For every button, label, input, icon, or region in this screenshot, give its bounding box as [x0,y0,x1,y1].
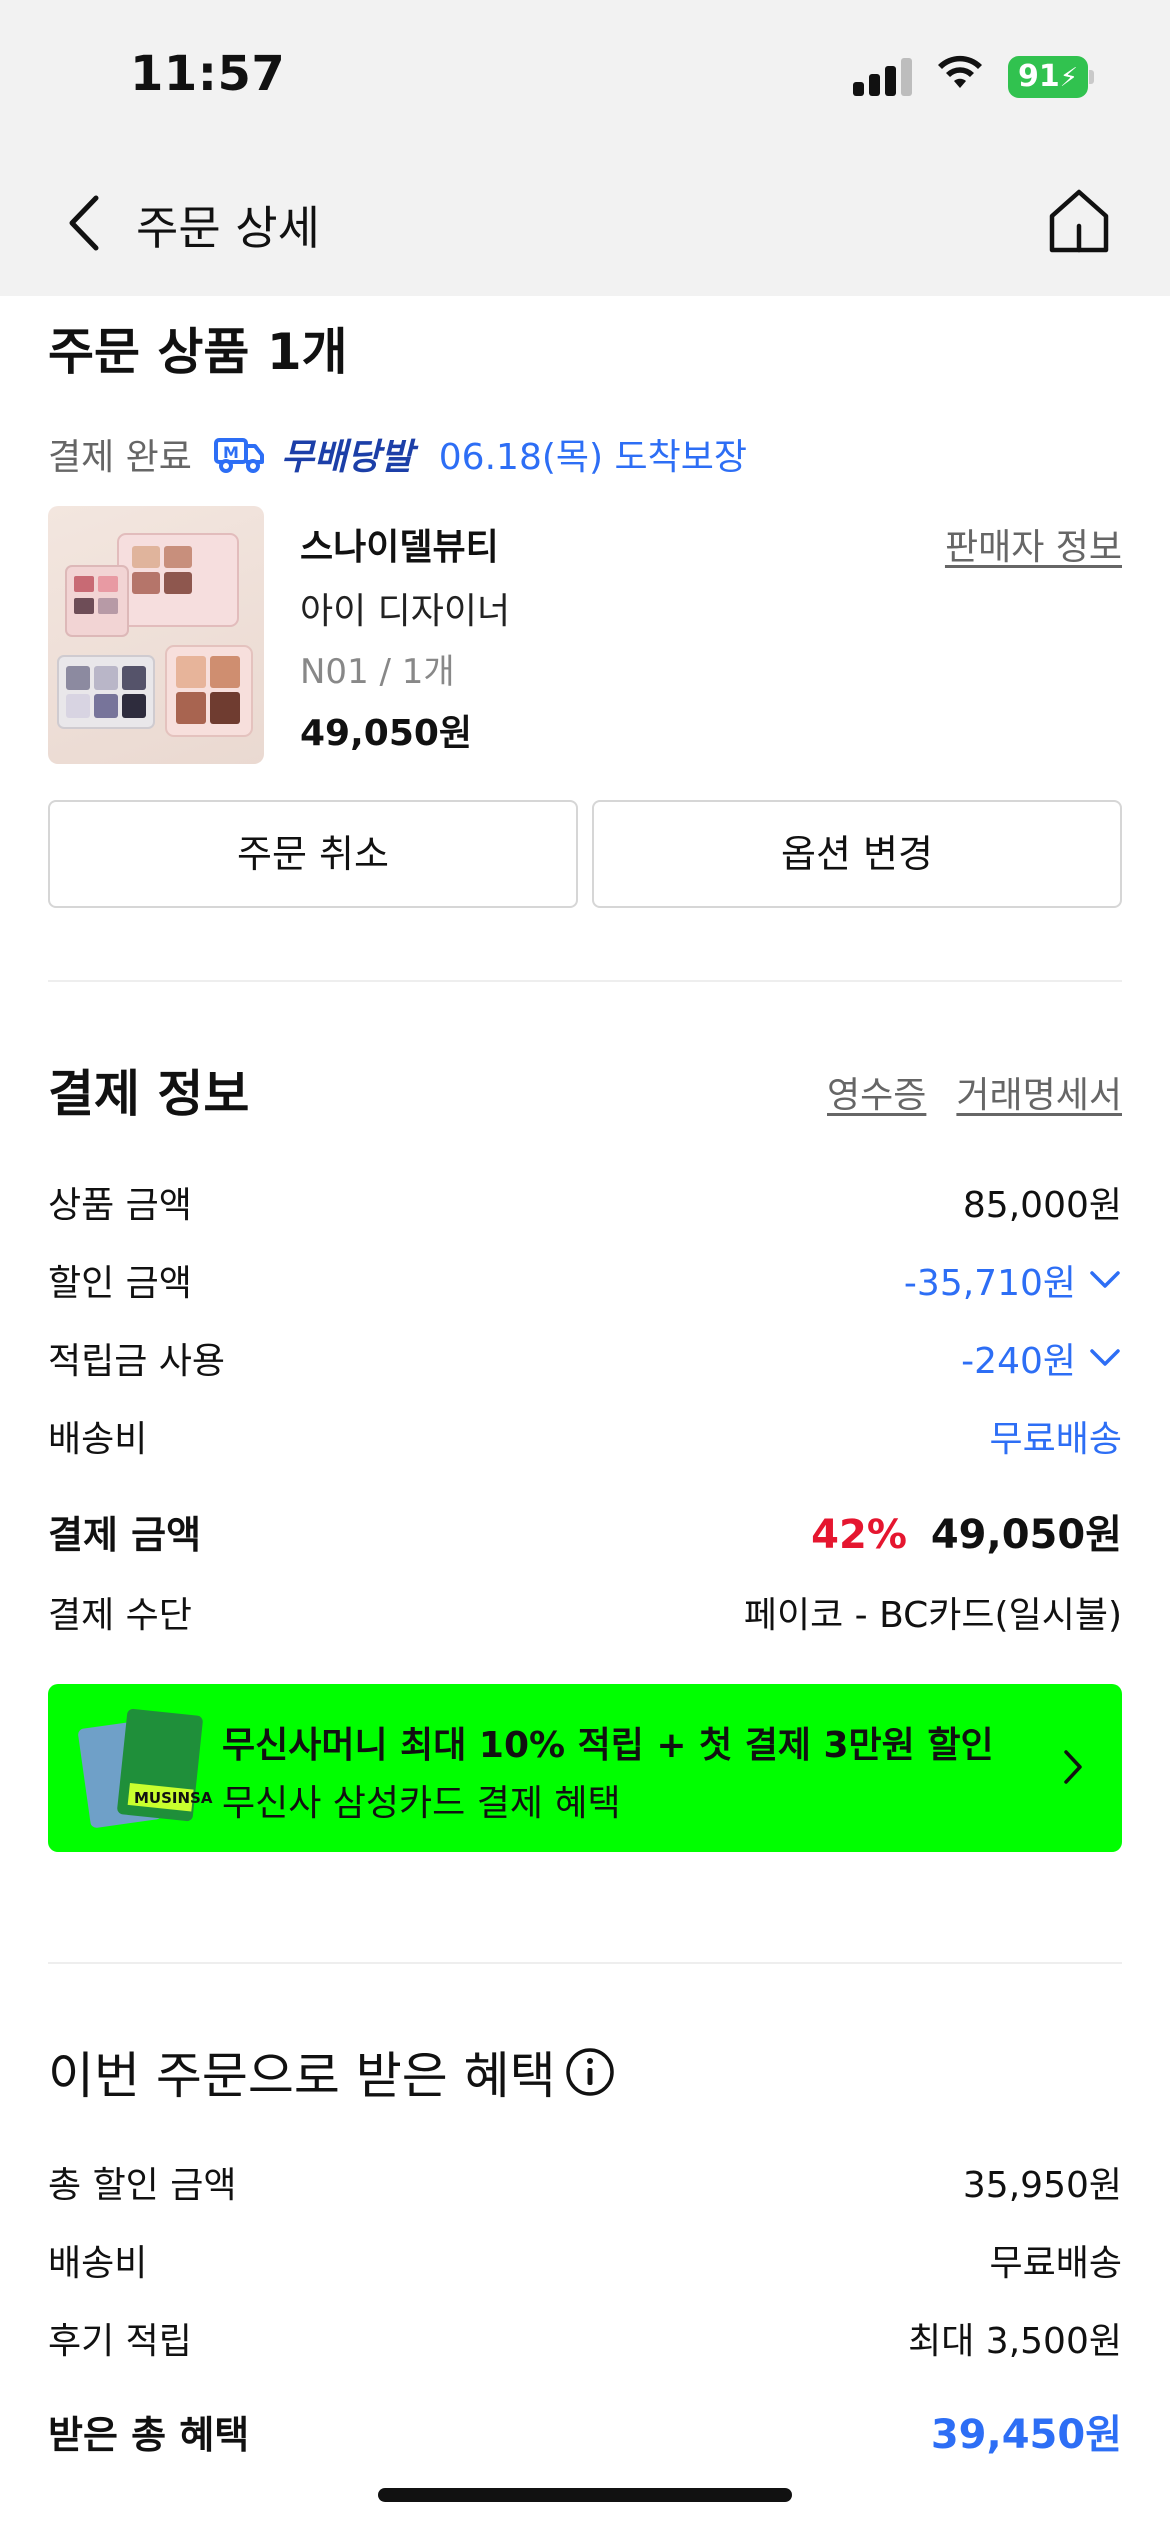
signal-icon [853,56,913,96]
benefit-shipping-label: 배송비 [48,2243,148,2284]
benefit-shipping-value: 무료배송 [989,2243,1122,2284]
points-value: -240원 [961,1341,1076,1382]
payment-total-value-group: 42% 49,050원 [811,1502,1122,1560]
card-logo-text: MUSINSA [134,1789,213,1807]
card-image: MUSINSA [78,1708,213,1828]
points-label: 적립금 사용 [48,1341,226,1382]
svg-text:M: M [223,443,239,462]
review-reward-label: 후기 적립 [48,2321,192,2362]
wifi-icon [938,55,982,88]
delivery-guarantee: 06.18(목) 도착보장 [438,437,747,478]
product-option: N01 / 1개 [300,652,455,692]
discount-label: 할인 금액 [48,1263,192,1304]
shipping-row: 배송비 무료배송 [48,1410,1122,1470]
card-promo-banner[interactable]: MUSINSA 무신사머니 최대 10% 적립 + 첫 결제 3만원 할인 무신… [48,1684,1122,1852]
battery-level: 91 [1017,59,1060,94]
total-discount-value: 35,950원 [962,2165,1122,2206]
received-benefit-row: 받은 총 혜택 39,450원 [48,2402,1122,2468]
total-discount-label: 총 할인 금액 [48,2165,237,2206]
status-time: 11:57 [130,46,286,102]
product-price: 49,050원 [300,713,473,754]
review-reward-row: 후기 적립 최대 3,500원 [48,2312,1122,2372]
banner-subtitle: 무신사 삼성카드 결제 혜택 [222,1783,621,1824]
delivery-badge: 무배당발 [280,437,414,478]
benefits-heading: 이번 주문으로 받은 혜택 [48,2047,556,2105]
status-bar: 11:57 91⚡ [0,0,1170,150]
section-divider [48,980,1122,982]
navigation-bar: 주문 상세 [0,150,1170,296]
benefit-shipping-row: 배송비 무료배송 [48,2234,1122,2294]
payment-total-value: 49,050원 [930,1512,1122,1558]
chevron-right-icon [1064,1750,1082,1784]
product-amount-value: 85,000원 [962,1185,1122,1226]
total-discount-row: 총 할인 금액 35,950원 [48,2156,1122,2216]
section-divider [48,1962,1122,1964]
home-icon[interactable] [1046,186,1112,256]
payment-status: 결제 완료 [48,437,192,478]
payment-method-label: 결제 수단 [48,1595,192,1636]
truck-icon: M [214,438,265,473]
payment-method-row: 결제 수단 페이코 - BC카드(일시불) [48,1586,1122,1646]
discount-row[interactable]: 할인 금액 -35,710원 [48,1254,1122,1314]
order-status-line: 결제 완료 M 무배당발 06.18(목) 도착보장 [48,428,747,482]
back-icon[interactable] [58,188,114,258]
shipping-label: 배송비 [48,1419,148,1460]
cancel-order-button[interactable]: 주문 취소 [48,800,578,908]
change-option-button[interactable]: 옵션 변경 [592,800,1122,908]
battery-tip [1089,70,1094,84]
product-thumbnail[interactable] [48,506,264,764]
payment-total-label: 결제 금액 [48,1513,202,1557]
received-benefit-label: 받은 총 혜택 [48,2413,250,2457]
payment-info-heading: 결제 정보 [48,1065,250,1123]
order-products-heading: 주문 상품 1개 [48,323,348,381]
shipping-value: 무료배송 [989,1419,1122,1460]
discount-percent: 42% [811,1512,907,1558]
page-title: 주문 상세 [136,201,320,255]
battery-icon: 91⚡ [1008,56,1088,98]
discount-value: -35,710원 [903,1263,1076,1304]
product-amount-label: 상품 금액 [48,1185,192,1226]
received-benefit-value: 39,450원 [930,2412,1122,2458]
review-reward-value: 최대 3,500원 [908,2321,1122,2362]
home-indicator [378,2488,792,2502]
chevron-down-icon[interactable] [1088,1346,1122,1370]
payment-total-row: 결제 금액 42% 49,050원 [48,1502,1122,1568]
banner-title: 무신사머니 최대 10% 적립 + 첫 결제 3만원 할인 [222,1725,994,1766]
product-amount-row: 상품 금액 85,000원 [48,1176,1122,1236]
brand-name[interactable]: 스나이델뷰티 [300,518,499,570]
seller-info-link[interactable]: 판매자 정보 [945,518,1122,570]
palette-image [57,533,253,737]
chevron-down-icon[interactable] [1088,1268,1122,1292]
points-row[interactable]: 적립금 사용 -240원 [48,1332,1122,1392]
statement-link[interactable]: 거래명세서 [956,1066,1122,1118]
product-name[interactable]: 아이 디자이너 [300,582,510,634]
payment-method-value: 페이코 - BC카드(일시불) [743,1595,1122,1636]
info-icon[interactable] [564,2046,616,2098]
receipt-link[interactable]: 영수증 [827,1066,926,1118]
